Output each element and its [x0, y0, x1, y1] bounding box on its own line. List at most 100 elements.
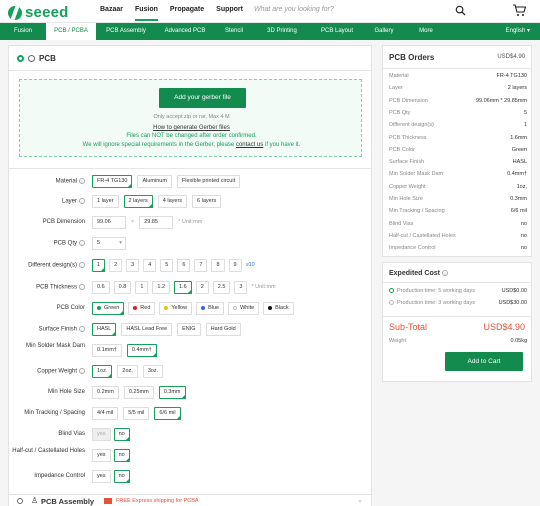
- dimension-height-input[interactable]: 29.85: [139, 216, 174, 229]
- production-radio[interactable]: [389, 300, 394, 306]
- thickness-option[interactable]: 3: [234, 281, 248, 294]
- thickness-option[interactable]: 2.5: [212, 281, 231, 294]
- cart-icon[interactable]: [512, 4, 526, 17]
- gerber-dropzone[interactable]: Add your gerber file Only accept zip or …: [19, 79, 362, 157]
- color-option-red[interactable]: Red: [128, 302, 156, 315]
- color-option-blue[interactable]: Blue: [196, 302, 225, 315]
- hole-option[interactable]: 0.2mm: [92, 386, 119, 399]
- color-option-yellow[interactable]: Yellow: [159, 302, 193, 315]
- tracking-option[interactable]: 6/6 mil: [154, 407, 181, 420]
- assembly-radio[interactable]: [17, 498, 23, 504]
- nav-bazaar[interactable]: Bazaar: [100, 6, 123, 21]
- pcb-radio[interactable]: [17, 55, 24, 62]
- info-icon[interactable]: i: [79, 178, 85, 184]
- thickness-option[interactable]: 0.6: [92, 281, 110, 294]
- material-option[interactable]: Aluminum: [137, 175, 172, 188]
- nav-support[interactable]: Support: [216, 6, 243, 21]
- hole-option[interactable]: 0.3mm: [158, 386, 186, 399]
- pcb-section-header[interactable]: PCB: [17, 54, 56, 63]
- pcb-radio-off[interactable]: [28, 55, 35, 62]
- thickness-option[interactable]: 0.8: [113, 281, 132, 294]
- mask-dam-option[interactable]: 0.1mm†: [92, 344, 122, 357]
- finish-option[interactable]: Hard Gold: [205, 323, 241, 336]
- production-option-5day[interactable]: Production time: 5 working days USD$0.00: [389, 288, 527, 300]
- seeed-logo[interactable]: seeed: [8, 4, 69, 21]
- color-option-green[interactable]: Green: [92, 302, 125, 315]
- info-icon[interactable]: i: [79, 198, 85, 204]
- subnav-3d-printing[interactable]: 3D Printing: [254, 23, 310, 40]
- qty-row: PCB Qty i 5 ▾: [9, 237, 371, 252]
- copper-option[interactable]: 3oz.: [142, 365, 164, 378]
- dimension-width-input[interactable]: 99.06: [92, 216, 126, 229]
- thickness-option[interactable]: 1: [135, 281, 149, 294]
- halfcut-no[interactable]: no: [113, 449, 130, 462]
- subnav-more[interactable]: More: [404, 23, 448, 40]
- impedance-yes[interactable]: yes: [92, 470, 111, 483]
- subnav-advanced-pcb[interactable]: Advanced PCB: [156, 23, 214, 40]
- layer-option[interactable]: 1 layer: [92, 195, 119, 208]
- designs-option[interactable]: 2: [109, 259, 123, 272]
- order-summary-row: Different design(s) 1: [389, 122, 527, 134]
- thickness-option[interactable]: 2: [195, 281, 209, 294]
- nav-propagate[interactable]: Propagate: [170, 6, 204, 21]
- thickness-option[interactable]: 1.2: [152, 281, 171, 294]
- production-radio[interactable]: [389, 288, 394, 294]
- finish-option[interactable]: HASL: [92, 323, 117, 336]
- info-icon[interactable]: i: [79, 240, 85, 246]
- layer-option[interactable]: 2 layers: [123, 195, 154, 208]
- subnav-gallery[interactable]: Gallery: [364, 23, 404, 40]
- impedance-no[interactable]: no: [113, 470, 130, 483]
- color-option-black[interactable]: Black: [263, 302, 294, 315]
- info-icon[interactable]: i: [79, 368, 85, 374]
- chevron-down-icon[interactable]: ⌄: [357, 496, 363, 504]
- tracking-option[interactable]: 4/4 mil: [92, 407, 119, 420]
- subnav-stencil[interactable]: Stencil: [214, 23, 254, 40]
- tracking-option[interactable]: 5/5 mil: [123, 407, 150, 420]
- info-icon[interactable]: i: [441, 270, 448, 277]
- blind-vias-no[interactable]: no: [113, 428, 130, 441]
- designs-option[interactable]: 6: [177, 259, 191, 272]
- thickness-option[interactable]: 1.6: [174, 281, 192, 294]
- finish-option[interactable]: ENIG: [177, 323, 201, 336]
- subnav-fusion[interactable]: Fusion: [0, 23, 46, 40]
- designs-option[interactable]: 9: [228, 259, 242, 272]
- add-gerber-button[interactable]: Add your gerber file: [159, 88, 246, 108]
- info-icon[interactable]: i: [79, 262, 85, 268]
- search-input[interactable]: What are you looking for?: [254, 6, 334, 13]
- search-icon[interactable]: [455, 5, 466, 16]
- designs-option[interactable]: 5: [160, 259, 174, 272]
- contact-us-link[interactable]: contact us: [236, 142, 263, 148]
- mask-dam-option[interactable]: 0.4mm†: [126, 344, 157, 357]
- subnav-pcb-pcba[interactable]: PCB / PCBA: [46, 23, 96, 40]
- designs-option[interactable]: 4: [143, 259, 157, 272]
- gerber-howto-link[interactable]: How to generate Gerber files: [20, 125, 363, 131]
- assembly-title: PCB Assembly: [41, 497, 95, 506]
- production-option-3day[interactable]: Production time: 3 working days USD$30.0…: [389, 300, 527, 312]
- hole-option[interactable]: 0.25mm: [123, 386, 154, 399]
- copper-option[interactable]: 1oz.: [92, 365, 113, 378]
- add-to-cart-button[interactable]: Add to Cart: [445, 352, 523, 371]
- language-select[interactable]: English ▾: [506, 23, 530, 40]
- material-option[interactable]: FR-4 TG130: [92, 175, 133, 188]
- halfcut-yes[interactable]: yes: [92, 449, 111, 462]
- copper-option[interactable]: 2oz.: [117, 365, 138, 378]
- pcb-assembly-section[interactable]: ♙ PCB Assembly FREE Express shipping for…: [8, 494, 372, 506]
- copper-row: Copper Weight i 1oz. 2oz. 3oz.: [9, 365, 371, 380]
- finish-option[interactable]: HASL Lead Free: [121, 323, 173, 336]
- blind-vias-yes[interactable]: yes: [92, 428, 111, 441]
- layer-option[interactable]: 6 layers: [192, 195, 222, 208]
- designs-option[interactable]: 3: [126, 259, 140, 272]
- color-option-white[interactable]: White: [228, 302, 260, 315]
- designs-more-link[interactable]: ≥10: [246, 259, 255, 272]
- designs-option[interactable]: 7: [194, 259, 208, 272]
- layer-option[interactable]: 4 layers: [157, 195, 188, 208]
- qty-select[interactable]: 5 ▾: [92, 237, 126, 250]
- info-icon[interactable]: i: [79, 284, 85, 290]
- designs-option[interactable]: 8: [211, 259, 225, 272]
- info-icon[interactable]: i: [79, 326, 85, 332]
- subnav-pcb-assembly[interactable]: PCB Assembly: [96, 23, 156, 40]
- subnav-pcb-layout[interactable]: PCB Layout: [310, 23, 364, 40]
- material-option[interactable]: Flexible printed circuit: [176, 175, 241, 188]
- nav-fusion[interactable]: Fusion: [134, 6, 158, 21]
- designs-option[interactable]: 1: [92, 259, 106, 272]
